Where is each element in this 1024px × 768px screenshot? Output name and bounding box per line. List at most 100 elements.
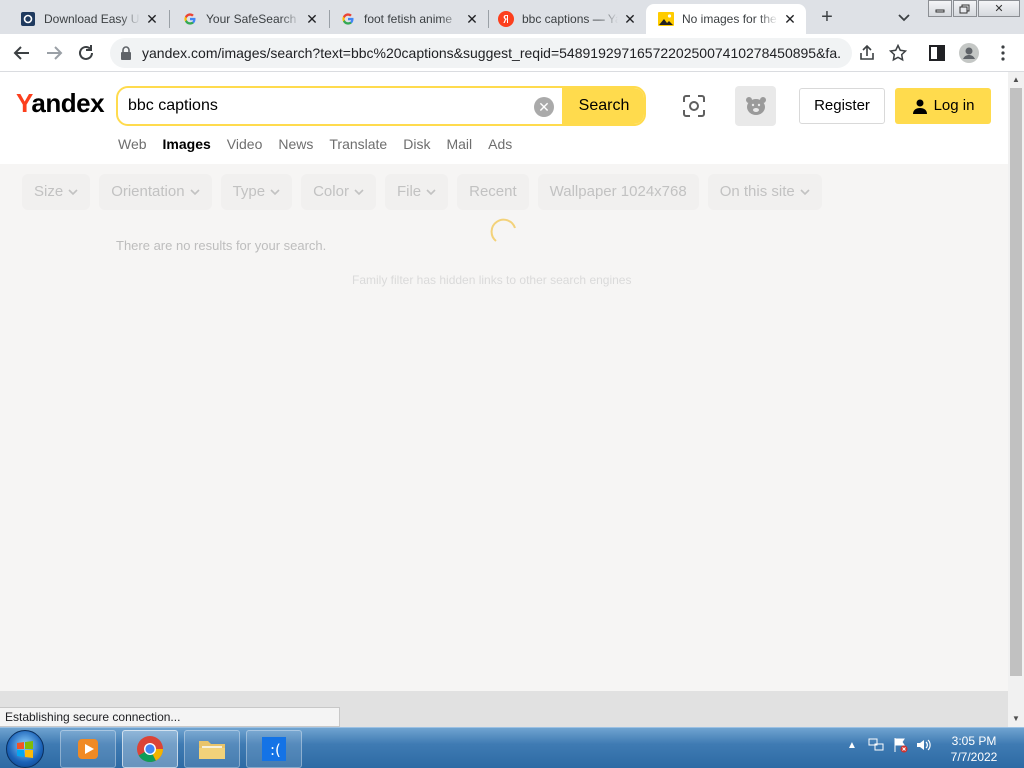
- login-label: Log in: [933, 97, 975, 114]
- window-controls: ✕: [928, 0, 1021, 18]
- share-icon[interactable]: [856, 43, 878, 63]
- volume-icon[interactable]: [916, 737, 932, 753]
- minimize-window-icon[interactable]: [928, 0, 952, 17]
- clock-time: 3:05 PM: [951, 734, 997, 748]
- service-mail[interactable]: Mail: [446, 136, 472, 152]
- filter-orientation[interactable]: Orientation: [99, 174, 212, 210]
- filter-label: Orientation: [111, 183, 185, 200]
- service-video[interactable]: Video: [227, 136, 263, 152]
- windows-taskbar: :( ▲ 3:05 PM 7/7/2022: [0, 727, 1024, 768]
- file-explorer-taskbar-icon[interactable]: [184, 730, 240, 768]
- services-nav: Web Images Video News Translate Disk Mai…: [118, 136, 528, 152]
- browser-tab-safesearch[interactable]: Your SafeSearch Settings ✕: [170, 4, 328, 34]
- yandex-header: Yandex ✕ Search Register Log in Web Imag…: [0, 72, 1008, 164]
- filter-wallpaper[interactable]: Wallpaper 1024x768: [537, 174, 699, 210]
- service-translate[interactable]: Translate: [329, 136, 387, 152]
- chevron-down-icon: [189, 189, 200, 196]
- status-bar: Establishing secure connection...: [0, 707, 340, 727]
- filter-label: File: [396, 183, 422, 200]
- side-panel-icon[interactable]: [926, 43, 948, 63]
- chevron-down-icon: [354, 189, 364, 196]
- clock-date: 7/7/2022: [950, 750, 998, 764]
- tab-title: No images for the query: [682, 12, 778, 26]
- yandex-logo[interactable]: Yandex: [16, 88, 105, 119]
- url-text[interactable]: yandex.com/images/search?text=bbc%20capt…: [142, 45, 842, 61]
- tab-title: Your SafeSearch Settings: [206, 12, 300, 26]
- scrollbar-thumb[interactable]: [1010, 88, 1022, 676]
- lock-icon[interactable]: [120, 46, 134, 60]
- kids-mode-bear-icon[interactable]: [735, 86, 776, 126]
- svg-text::(: :(: [270, 741, 281, 759]
- scroll-up-arrow-icon[interactable]: ▲: [1008, 72, 1024, 88]
- chevron-down-icon: [68, 189, 78, 196]
- page-viewport: Yandex ✕ Search Register Log in Web Imag…: [0, 72, 1008, 691]
- chrome-taskbar-icon[interactable]: [122, 730, 178, 768]
- tab-strip: Download Easy Uninstaller ✕ Your SafeSea…: [0, 0, 1024, 34]
- clear-search-icon[interactable]: ✕: [534, 97, 554, 117]
- no-results-message: There are no results for your search.: [116, 238, 327, 253]
- register-button[interactable]: Register: [799, 88, 885, 124]
- loading-spinner-icon: [490, 218, 516, 242]
- logo-rest: andex: [31, 88, 105, 118]
- login-button[interactable]: Log in: [895, 88, 991, 124]
- browser-tab-no-images[interactable]: No images for the query ✕: [646, 4, 806, 34]
- restore-window-icon[interactable]: [953, 0, 977, 17]
- new-tab-button[interactable]: +: [814, 6, 840, 30]
- tab-title: Download Easy Uninstaller: [44, 12, 140, 26]
- family-filter-notice[interactable]: Family filter has hidden links to other …: [352, 273, 631, 287]
- browser-tab-foot-fetish-anime[interactable]: foot fetish anime ✕: [328, 4, 488, 34]
- forward-arrow-icon[interactable]: [40, 39, 68, 67]
- service-web[interactable]: Web: [118, 136, 147, 152]
- filter-label: Recent: [469, 183, 517, 200]
- filter-file[interactable]: File: [384, 174, 449, 210]
- filter-label: On this site: [719, 183, 795, 200]
- tab-title: bbc captions — Yandex: [522, 12, 618, 26]
- google-icon: [182, 11, 198, 27]
- bookmark-star-icon[interactable]: [887, 43, 909, 63]
- search-input[interactable]: [128, 94, 528, 118]
- close-tab-icon[interactable]: ✕: [782, 11, 798, 27]
- chevron-down-icon: [426, 189, 436, 196]
- search-button[interactable]: Search: [562, 88, 644, 124]
- browser-tab-bbc-captions-yandex[interactable]: bbc captions — Yandex ✕: [486, 4, 646, 34]
- close-window-icon[interactable]: ✕: [978, 0, 1020, 17]
- close-tab-icon[interactable]: ✕: [464, 11, 480, 27]
- user-icon: [912, 99, 927, 114]
- media-player-taskbar-icon[interactable]: [60, 730, 116, 768]
- filter-on-this-site[interactable]: On this site: [707, 174, 822, 210]
- filter-label: Color: [313, 183, 349, 200]
- back-arrow-icon[interactable]: [8, 39, 36, 67]
- vertical-scrollbar[interactable]: ▲ ▼: [1008, 72, 1024, 727]
- bsod-app-taskbar-icon[interactable]: :(: [246, 730, 302, 768]
- address-bar[interactable]: yandex.com/images/search?text=bbc%20capt…: [110, 38, 852, 68]
- action-center-flag-icon[interactable]: [892, 737, 908, 753]
- close-tab-icon[interactable]: ✕: [622, 11, 638, 27]
- close-tab-icon[interactable]: ✕: [304, 11, 320, 27]
- close-tab-icon[interactable]: ✕: [144, 11, 160, 27]
- filter-color[interactable]: Color: [301, 174, 376, 210]
- profile-avatar-icon[interactable]: [958, 43, 980, 63]
- chevron-down-icon: [270, 189, 280, 196]
- chrome-menu-icon[interactable]: [992, 43, 1014, 63]
- camera-search-icon[interactable]: [680, 92, 708, 120]
- filter-size[interactable]: Size: [22, 174, 91, 210]
- filter-label: Type: [232, 183, 266, 200]
- service-news[interactable]: News: [278, 136, 313, 152]
- start-button[interactable]: [6, 730, 44, 768]
- browser-tab-download-easy-uninstaller[interactable]: Download Easy Uninstaller ✕: [8, 4, 168, 34]
- tab-search-icon[interactable]: [893, 8, 915, 28]
- network-icon[interactable]: [868, 737, 884, 753]
- filter-recent[interactable]: Recent: [457, 174, 529, 210]
- taskbar-clock[interactable]: 3:05 PM 7/7/2022: [936, 733, 1012, 765]
- windows-logo-icon: [17, 741, 33, 758]
- service-images[interactable]: Images: [163, 136, 211, 152]
- scroll-down-arrow-icon[interactable]: ▼: [1008, 711, 1024, 727]
- filter-label: Wallpaper 1024x768: [549, 183, 687, 200]
- system-tray: ▲: [844, 737, 940, 753]
- service-disk[interactable]: Disk: [403, 136, 430, 152]
- reload-icon[interactable]: [72, 39, 100, 67]
- show-hidden-icons-icon[interactable]: ▲: [844, 737, 860, 753]
- yandex-icon: [498, 11, 514, 27]
- service-ads[interactable]: Ads: [488, 136, 512, 152]
- filter-type[interactable]: Type: [220, 174, 293, 210]
